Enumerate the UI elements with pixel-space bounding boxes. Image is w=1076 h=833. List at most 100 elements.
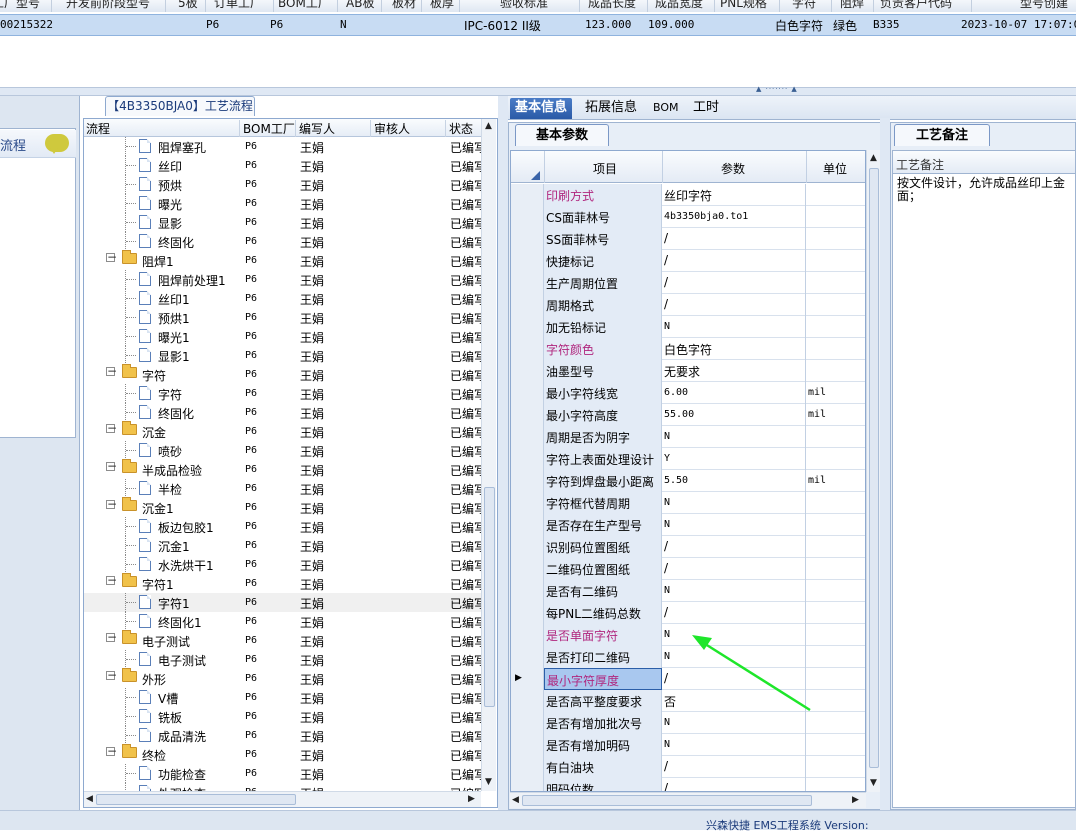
- row-indicator[interactable]: [511, 338, 544, 360]
- tree-row[interactable]: 显影 P6 王娟 已编写: [84, 213, 481, 232]
- tree-row[interactable]: 曝光1 P6 王娟 已编写: [84, 327, 481, 346]
- param-row[interactable]: 最小字符线宽 6.00 mil: [511, 382, 865, 404]
- tree-row[interactable]: − 沉金1 P6 王娟 已编写: [84, 497, 481, 517]
- col-header[interactable]: 5板: [178, 0, 206, 12]
- grid-hscrollbar[interactable]: ◀ ▶: [510, 792, 866, 808]
- tree-row[interactable]: 半检 P6 王娟 已编写: [84, 479, 481, 498]
- tree-row[interactable]: 电子测试 P6 王娟 已编写: [84, 650, 481, 669]
- param-row[interactable]: 字符到焊盘最小距离 5.50 mil: [511, 470, 865, 492]
- row-indicator[interactable]: [511, 250, 544, 272]
- tree-col-bom[interactable]: BOM工厂: [241, 120, 296, 137]
- tree-row[interactable]: − 外形 P6 王娟 已编写: [84, 668, 481, 688]
- col-header[interactable]: 订单工厂: [214, 0, 274, 12]
- remarks-tab[interactable]: 工艺备注: [894, 124, 990, 146]
- tree-row[interactable]: 丝印 P6 王娟 已编写: [84, 156, 481, 175]
- tab-extended-info[interactable]: 拓展信息: [580, 98, 642, 119]
- param-value[interactable]: /: [662, 756, 806, 778]
- param-value[interactable]: /: [662, 294, 806, 316]
- collapse-toggle-icon[interactable]: −: [106, 631, 117, 643]
- param-row[interactable]: 二维码位置图纸 /: [511, 558, 865, 580]
- tree-row[interactable]: − 字符1 P6 王娟 已编写: [84, 573, 481, 593]
- param-row[interactable]: 识别码位置图纸 /: [511, 536, 865, 558]
- tab-basic-info[interactable]: 基本信息: [510, 98, 573, 119]
- scroll-left-icon[interactable]: ◀: [86, 794, 93, 804]
- collapse-toggle-icon[interactable]: −: [106, 498, 117, 510]
- tree-row[interactable]: − 半成品检验 P6 王娟 已编写: [84, 459, 481, 479]
- horizontal-splitter[interactable]: [0, 88, 1076, 96]
- tree-row[interactable]: 终固化 P6 王娟 已编写: [84, 403, 481, 422]
- param-row[interactable]: 周期格式 /: [511, 294, 865, 316]
- row-indicator[interactable]: [511, 228, 544, 250]
- tree-hscrollbar[interactable]: ◀ ▶: [84, 791, 481, 807]
- tree-row[interactable]: − 电子测试 P6 王娟 已编写: [84, 630, 481, 650]
- tree-row[interactable]: 预烘1 P6 王娟 已编写: [84, 308, 481, 327]
- scroll-down-icon[interactable]: ▼: [485, 777, 492, 787]
- param-value[interactable]: Y: [662, 448, 806, 470]
- tree-row[interactable]: 丝印1 P6 王娟 已编写: [84, 289, 481, 308]
- tree-row[interactable]: 功能检查 P6 王娟 已编写: [84, 764, 481, 783]
- param-row[interactable]: SS面菲林号 /: [511, 228, 865, 250]
- tree-row[interactable]: − 沉金 P6 王娟 已编写: [84, 421, 481, 441]
- param-row[interactable]: 最小字符高度 55.00 mil: [511, 404, 865, 426]
- collapse-toggle-icon[interactable]: −: [106, 365, 117, 377]
- param-value[interactable]: N: [662, 426, 806, 448]
- col-header[interactable]: 成品长度: [588, 0, 648, 12]
- param-row[interactable]: 是否有二维码 N: [511, 580, 865, 602]
- tab-bom[interactable]: BOM: [648, 98, 684, 119]
- process-tree-tab[interactable]: 【4B3350BJA0】工艺流程: [105, 96, 255, 116]
- vertical-splitter-right[interactable]: [880, 118, 890, 810]
- row-indicator[interactable]: [511, 624, 544, 646]
- scroll-up-icon[interactable]: ▲: [485, 121, 492, 131]
- tree-row[interactable]: V槽 P6 王娟 已编写: [84, 688, 481, 707]
- param-row[interactable]: 生产周期位置 /: [511, 272, 865, 294]
- tree-row[interactable]: 板边包胶1 P6 王娟 已编写: [84, 517, 481, 536]
- row-indicator[interactable]: ▶: [511, 668, 544, 690]
- col-header[interactable]: 型号创建: [1020, 0, 1076, 12]
- top-grid-selected-row[interactable]: 00215322 P6 P6 N IPC-6012 II级 123.000 10…: [0, 14, 1076, 36]
- tree-row[interactable]: 外观检查P6王娟已编写: [84, 783, 481, 791]
- param-row[interactable]: 周期是否为阴字 N: [511, 426, 865, 448]
- collapse-toggle-icon[interactable]: −: [106, 745, 117, 757]
- tree-row[interactable]: 沉金1 P6 王娟 已编写: [84, 536, 481, 555]
- tree-row[interactable]: 字符 P6 王娟 已编写: [84, 384, 481, 403]
- collapse-toggle-icon[interactable]: −: [106, 669, 117, 681]
- param-value[interactable]: /: [662, 228, 806, 250]
- tree-row[interactable]: 阻焊前处理1 P6 王娟 已编写: [84, 270, 481, 289]
- param-value[interactable]: 5.50: [662, 470, 806, 492]
- tree-row[interactable]: 喷砂 P6 王娟 已编写: [84, 441, 481, 460]
- col-header[interactable]: 字符: [792, 0, 832, 12]
- row-indicator[interactable]: [511, 470, 544, 492]
- collapse-toggle-icon[interactable]: −: [106, 460, 117, 472]
- tree-col-process[interactable]: 流程: [84, 120, 240, 137]
- param-row[interactable]: 明码位数 /: [511, 778, 865, 791]
- grid-col-item[interactable]: 项目: [593, 160, 617, 177]
- row-indicator[interactable]: [511, 536, 544, 558]
- col-header[interactable]: 负责客户代码: [880, 0, 972, 12]
- tree-col-status[interactable]: 状态: [447, 120, 481, 137]
- scroll-right-icon[interactable]: ▶: [468, 794, 475, 804]
- scroll-down-icon[interactable]: ▼: [870, 778, 877, 788]
- col-header[interactable]: PNL规格: [720, 0, 780, 12]
- row-indicator[interactable]: [511, 580, 544, 602]
- row-indicator[interactable]: [511, 360, 544, 382]
- param-value[interactable]: /: [662, 778, 806, 791]
- vertical-splitter[interactable]: [498, 96, 508, 810]
- tree-hscroll-thumb[interactable]: [96, 794, 296, 805]
- param-row[interactable]: 字符框代替周期 N: [511, 492, 865, 514]
- row-indicator[interactable]: [511, 514, 544, 536]
- col-header[interactable]: 成品宽度: [655, 0, 715, 12]
- param-value[interactable]: 白色字符: [662, 338, 806, 360]
- tree-row[interactable]: 阻焊塞孔 P6 王娟 已编写: [84, 137, 481, 156]
- param-value[interactable]: /: [662, 558, 806, 580]
- tree-row[interactable]: − 字符 P6 王娟 已编写: [84, 364, 481, 384]
- row-indicator[interactable]: [511, 426, 544, 448]
- param-value[interactable]: 55.00: [662, 404, 806, 426]
- param-row[interactable]: 加无铅标记 N: [511, 316, 865, 338]
- param-value[interactable]: N: [662, 316, 806, 338]
- row-indicator[interactable]: [511, 272, 544, 294]
- param-value[interactable]: 4b3350bja0.to1: [662, 206, 806, 228]
- row-indicator[interactable]: [511, 734, 544, 756]
- scroll-left-icon[interactable]: ◀: [512, 795, 519, 805]
- row-indicator[interactable]: [511, 184, 544, 206]
- row-indicator[interactable]: [511, 382, 544, 404]
